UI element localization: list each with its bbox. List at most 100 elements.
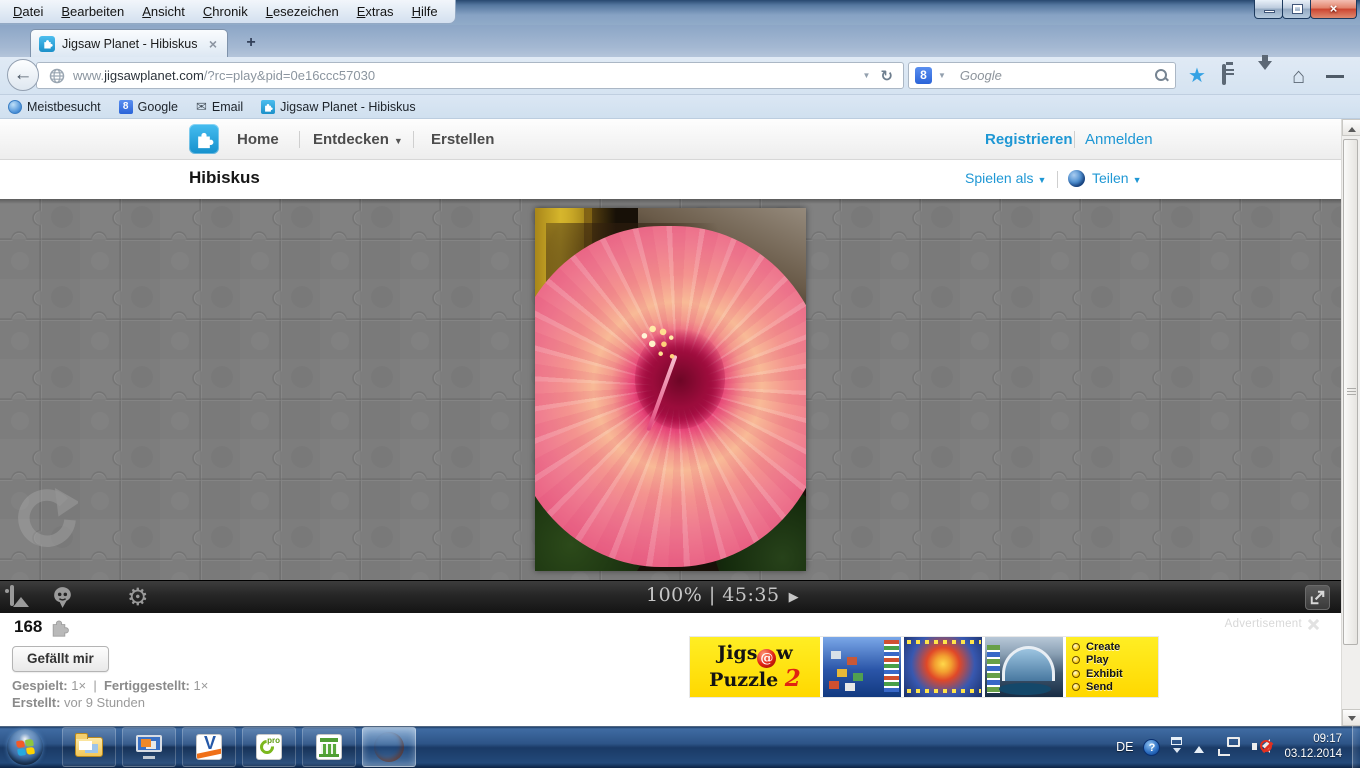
language-indicator[interactable]: DE bbox=[1116, 740, 1133, 754]
menu-lesezeichen[interactable]: Lesezeichen bbox=[257, 1, 348, 22]
taskbar-pro-app-button[interactable]: pro bbox=[242, 727, 296, 767]
ad-menu-row[interactable]: Exhibit bbox=[1072, 668, 1152, 680]
ghost-preview-icon[interactable] bbox=[50, 585, 75, 610]
start-button[interactable] bbox=[7, 729, 43, 765]
tray-date: 03.12.2014 bbox=[1284, 747, 1342, 762]
bookmark-meistbesucht[interactable]: Meistbesucht bbox=[8, 100, 101, 114]
bookmark-jigsaw-planet[interactable]: Jigsaw Planet - Hibiskus bbox=[261, 100, 415, 114]
bookmark-star-icon[interactable]: ★ bbox=[1188, 63, 1206, 88]
ad-thumb-list bbox=[884, 640, 899, 692]
scroll-down-button[interactable] bbox=[1342, 709, 1360, 726]
ad-thumb-letters bbox=[907, 689, 981, 693]
ad-logo[interactable]: Jigs@w Puzzle 2 bbox=[690, 637, 820, 697]
stats-line-created: Erstellt: vor 9 Stunden bbox=[12, 695, 145, 710]
clock[interactable]: 09:17 03.12.2014 bbox=[1284, 732, 1342, 762]
close-button[interactable]: × bbox=[1310, 0, 1357, 19]
window-titlebar: Datei Bearbeiten Ansicht Chronik Lesezei… bbox=[0, 0, 1360, 25]
url-bar[interactable]: www.jigsawplanet.com/?rc=play&pid=0e16cc… bbox=[36, 62, 904, 89]
tray-time: 09:17 bbox=[1284, 732, 1342, 747]
menu-extras[interactable]: Extras bbox=[348, 1, 403, 22]
show-hidden-icons-icon[interactable] bbox=[1194, 741, 1204, 753]
pro-app-icon: pro bbox=[256, 734, 282, 760]
ad-logo-line1: Jigs@w bbox=[717, 643, 793, 668]
like-button[interactable]: Gefällt mir bbox=[12, 646, 109, 672]
search-engine-dropdown-icon[interactable]: ▼ bbox=[932, 71, 952, 80]
arrow-up-icon bbox=[1348, 123, 1356, 132]
show-desktop-button[interactable] bbox=[1352, 726, 1360, 768]
taskbar-banking-button[interactable]: V bbox=[182, 727, 236, 767]
close-ad-icon[interactable] bbox=[1308, 619, 1319, 630]
folder-icon bbox=[75, 737, 103, 757]
bookmark-google[interactable]: 8 Google bbox=[119, 100, 178, 114]
taskbar-explorer-button[interactable] bbox=[62, 727, 116, 767]
tab-jigsaw-planet[interactable]: Jigsaw Planet - Hibiskus × bbox=[30, 29, 228, 57]
volume-muted-icon[interactable] bbox=[1250, 737, 1272, 757]
scrollbar-grip bbox=[1347, 388, 1356, 396]
reload-icon[interactable]: ↻ bbox=[876, 67, 897, 85]
downloads-icon[interactable] bbox=[1258, 65, 1272, 83]
taskbar-display-button[interactable] bbox=[122, 727, 176, 767]
scroll-up-button[interactable] bbox=[1342, 119, 1360, 136]
taskbar-firefox-button[interactable] bbox=[362, 727, 416, 767]
menu-bearbeiten[interactable]: Bearbeiten bbox=[52, 1, 133, 22]
taskbar-bank-app-button[interactable] bbox=[302, 727, 356, 767]
url-history-dropdown-icon[interactable]: ▼ bbox=[857, 71, 877, 80]
share-link[interactable]: Teilen▼ bbox=[1092, 160, 1142, 199]
menu-ansicht[interactable]: Ansicht bbox=[133, 1, 194, 22]
tab-close-icon[interactable]: × bbox=[207, 36, 219, 52]
maximize-button[interactable] bbox=[1282, 0, 1311, 19]
puzzle-play-area[interactable] bbox=[0, 199, 1341, 580]
back-button[interactable]: ← bbox=[7, 59, 39, 91]
play-icon[interactable]: ▶ bbox=[789, 590, 800, 605]
search-icon[interactable] bbox=[1155, 69, 1169, 83]
email-icon: ✉ bbox=[196, 99, 207, 115]
arrow-down-icon bbox=[1348, 716, 1356, 725]
nav-entdecken[interactable]: Entdecken▼ bbox=[313, 119, 403, 160]
home-icon[interactable]: ⌂ bbox=[1292, 63, 1305, 89]
network-icon[interactable] bbox=[1218, 737, 1240, 757]
globe-icon bbox=[49, 68, 65, 84]
ad-screenshot-1[interactable] bbox=[820, 637, 901, 697]
monitor-icon bbox=[136, 735, 162, 759]
jigsaw-planet-logo[interactable] bbox=[189, 124, 219, 154]
nav-erstellen[interactable]: Erstellen bbox=[431, 119, 494, 160]
fullscreen-button[interactable] bbox=[1305, 585, 1330, 610]
nav-home[interactable]: Home bbox=[237, 119, 279, 160]
settings-gear-icon[interactable]: ⚙ bbox=[127, 584, 149, 610]
search-input[interactable] bbox=[958, 67, 1155, 84]
chevron-down-icon: ▼ bbox=[1038, 175, 1047, 185]
menu-chronik[interactable]: Chronik bbox=[194, 1, 257, 22]
ad-banner[interactable]: Jigs@w Puzzle 2 Create Play Exhibit Send bbox=[690, 637, 1158, 697]
most-visited-icon bbox=[8, 100, 22, 114]
screen: Datei Bearbeiten Ansicht Chronik Lesezei… bbox=[0, 0, 1360, 768]
register-link[interactable]: Registrieren bbox=[985, 119, 1073, 160]
search-engine-icon[interactable]: 8 bbox=[915, 67, 932, 84]
site-header: Home Entdecken▼ Erstellen Registrieren A… bbox=[0, 119, 1341, 160]
ad-thumb-letters bbox=[907, 640, 981, 644]
ad-menu[interactable]: Create Play Exhibit Send bbox=[1063, 637, 1158, 697]
image-icon bbox=[10, 585, 14, 606]
help-icon[interactable]: ? bbox=[1143, 739, 1160, 756]
ad-menu-row[interactable]: Send bbox=[1072, 681, 1152, 693]
play-as-link[interactable]: Spielen als▼ bbox=[965, 160, 1046, 199]
page-content: Home Entdecken▼ Erstellen Registrieren A… bbox=[0, 119, 1341, 726]
scrollbar[interactable] bbox=[1341, 119, 1360, 726]
search-box[interactable]: 8 ▼ bbox=[908, 62, 1176, 89]
ad-thumb-list bbox=[987, 645, 1000, 693]
ad-menu-row[interactable]: Play bbox=[1072, 654, 1152, 666]
tray-window-icon[interactable] bbox=[1170, 737, 1184, 757]
scrollbar-thumb[interactable] bbox=[1343, 139, 1358, 645]
maximize-icon bbox=[1293, 5, 1302, 13]
minimize-button[interactable] bbox=[1254, 0, 1283, 19]
ad-menu-row[interactable]: Create bbox=[1072, 641, 1152, 653]
background-image-icon[interactable] bbox=[10, 587, 14, 605]
login-link[interactable]: Anmelden bbox=[1085, 119, 1153, 160]
system-tray: DE ? 09:17 03.12.2014 bbox=[1116, 726, 1360, 768]
bookmark-email[interactable]: ✉ Email bbox=[196, 99, 243, 115]
bookmarks-panel-icon[interactable] bbox=[1222, 66, 1226, 84]
ad-screenshot-3[interactable] bbox=[982, 637, 1063, 697]
menu-datei[interactable]: Datei bbox=[4, 1, 52, 22]
ad-screenshot-2[interactable] bbox=[901, 637, 982, 697]
menu-hilfe[interactable]: Hilfe bbox=[403, 1, 447, 22]
new-tab-button[interactable]: + bbox=[238, 33, 264, 54]
